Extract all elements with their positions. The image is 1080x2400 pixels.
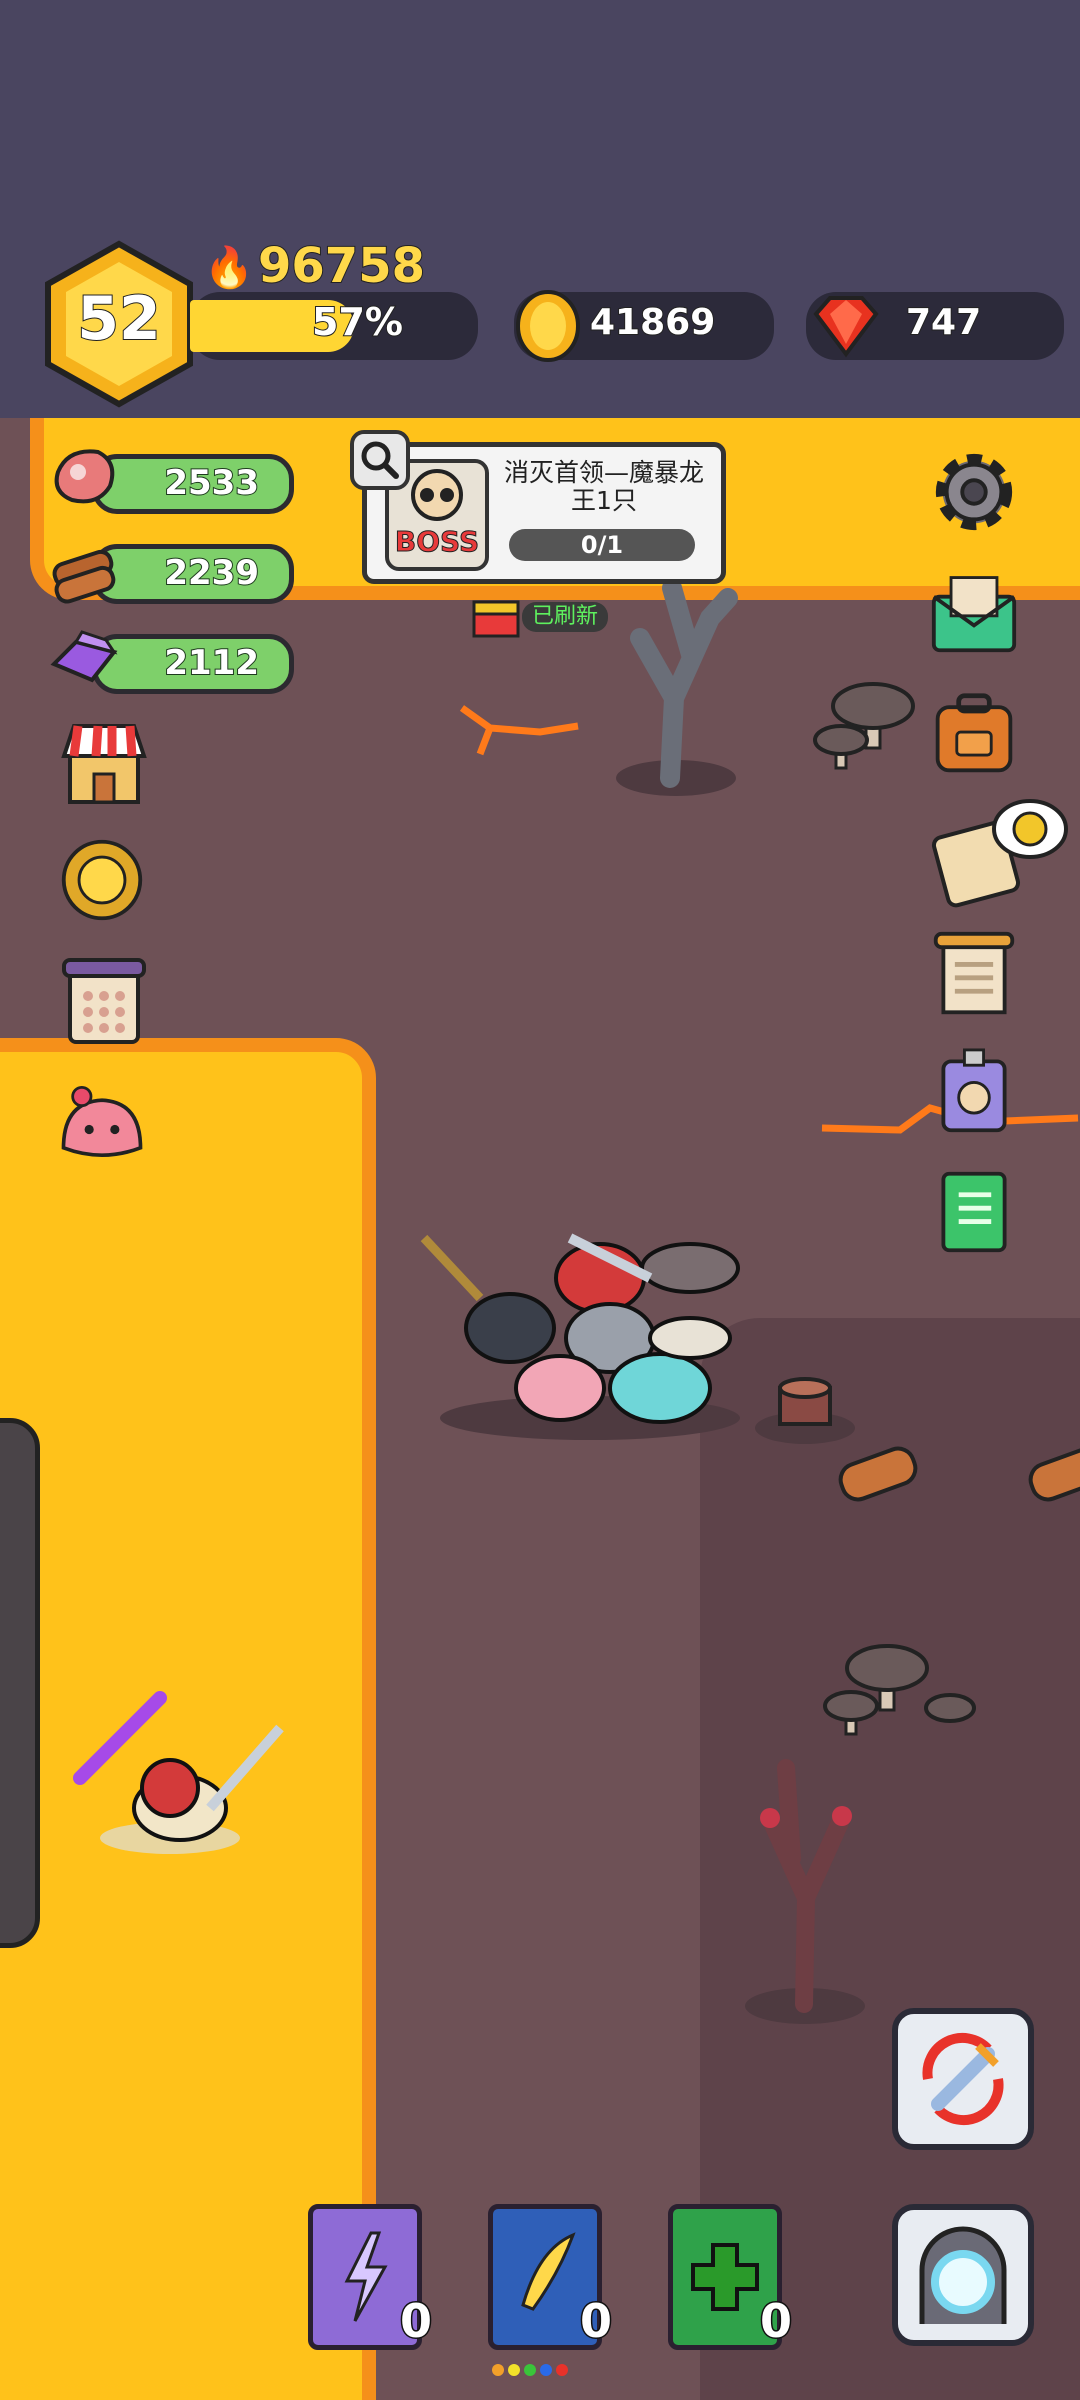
mail-icon [931, 576, 1017, 653]
purple-ingot-icon [50, 630, 118, 683]
wood-log [838, 1446, 918, 1502]
mushroom-cluster [813, 682, 915, 770]
flame-icon: 🔥 [204, 245, 254, 291]
shop-button[interactable] [60, 720, 148, 808]
pet-event-button[interactable] [58, 1080, 146, 1168]
refresh-tag: 已刷新 [470, 598, 610, 638]
scroll-icon [933, 931, 1015, 1015]
pink-slime-icon [61, 1085, 143, 1157]
top-status-bar: 52 🔥 96758 57% 41869 747 [0, 0, 1080, 422]
dead-tree [616, 578, 738, 796]
quest-panel[interactable]: BOSS 消灭首领—魔暴龙王1只 0/1 [362, 442, 726, 584]
hero-character[interactable] [70, 1668, 290, 1858]
tree-stump [755, 1377, 855, 1444]
gear-icon [935, 453, 1013, 531]
backpack-button[interactable] [930, 690, 1018, 778]
crystal-value: 2112 [163, 642, 260, 684]
auto-battle-button[interactable] [892, 2008, 1034, 2150]
game-map[interactable]: 2533 2239 2112 BOSS 消灭首领—魔暴龙王1只 0/1 已刷新 … [0, 418, 1080, 2400]
backpack-icon [935, 693, 1013, 773]
heal-book-count: 0 [758, 2293, 793, 2350]
scroll-button[interactable] [930, 930, 1018, 1018]
gem-counter[interactable]: 747 [806, 292, 1064, 360]
skull-icon [411, 469, 463, 521]
portal-button[interactable] [892, 2204, 1034, 2346]
lightning-book-count: 0 [398, 2293, 433, 2350]
quest-progress: 0/1 [509, 529, 695, 561]
magnifier-icon[interactable] [350, 430, 410, 490]
meat-value: 2533 [163, 462, 260, 504]
mushroom-cluster [823, 1644, 976, 1736]
wing-book-count: 0 [578, 2293, 613, 2350]
shop-icon [61, 724, 147, 804]
meat-counter[interactable]: 2533 [92, 454, 294, 514]
wood-counter[interactable]: 2239 [92, 544, 294, 604]
calendar-button[interactable] [60, 958, 148, 1046]
laurel-badge-icon [61, 839, 143, 921]
gold-counter[interactable]: 41869 [514, 290, 774, 362]
meat-icon [54, 449, 115, 504]
gem-value: 747 [905, 301, 982, 344]
xp-percent: 57% [311, 299, 404, 345]
gold-coin-icon [516, 290, 580, 362]
rock-cliff [0, 1418, 40, 1948]
refresh-label: 已刷新 [522, 602, 609, 632]
skull-card-icon [941, 1048, 1007, 1133]
boss-badge: BOSS [394, 525, 480, 559]
calendar-icon [62, 958, 146, 1044]
hero-party[interactable] [420, 1208, 760, 1448]
rank-badge-button[interactable] [58, 836, 146, 924]
treasure-map-icon [931, 799, 1068, 908]
gold-value: 41869 [589, 301, 716, 344]
wood-icon [52, 549, 116, 604]
boss-card-button[interactable] [930, 1048, 1018, 1136]
xp-bar: 57% [190, 292, 478, 360]
treasure-chest-icon [472, 600, 520, 638]
crystal-counter[interactable]: 2112 [92, 634, 294, 694]
power-value: 96758 [257, 237, 426, 295]
wood-value: 2239 [163, 552, 260, 594]
player-level: 52 [76, 283, 162, 355]
dead-tree [745, 1759, 865, 2024]
swap-sword-icon [922, 2032, 1004, 2126]
portal-gate-icon [919, 2226, 1007, 2324]
quest-title: 消灭首领—魔暴龙王1只 [503, 458, 704, 515]
mail-button[interactable] [930, 568, 1018, 656]
boss-map-button[interactable] [930, 799, 1070, 908]
codex-button[interactable] [930, 1168, 1018, 1256]
page-indicator [492, 2364, 568, 2376]
red-gem-icon [813, 296, 879, 358]
green-book-icon [941, 1171, 1007, 1253]
settings-button[interactable] [930, 448, 1018, 536]
wood-log [1028, 1446, 1080, 1502]
lava-crack [460, 705, 579, 756]
